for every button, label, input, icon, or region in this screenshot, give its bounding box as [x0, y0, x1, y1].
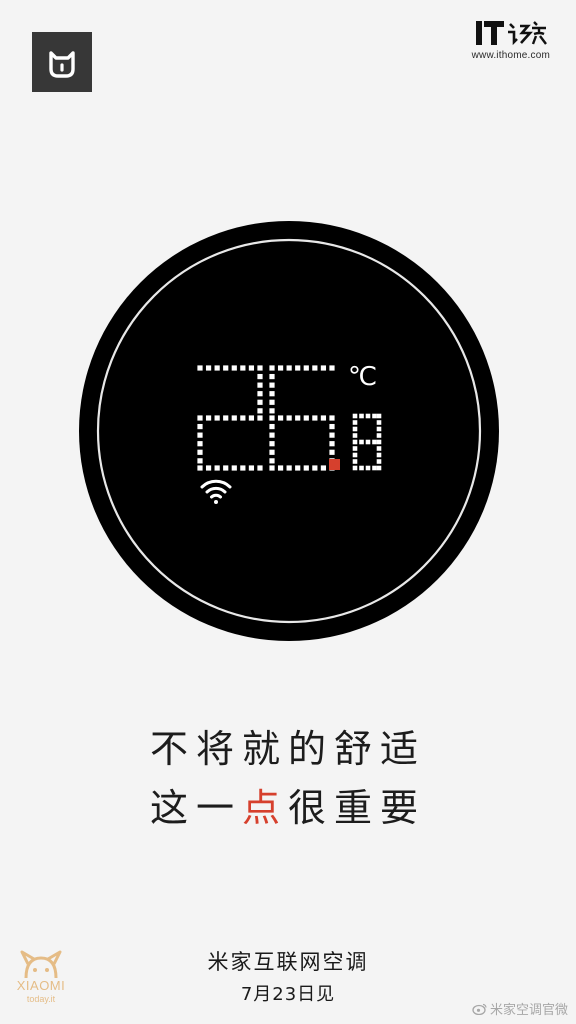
unit-label: ℃: [348, 362, 377, 392]
thermostat-display: ℃: [78, 220, 500, 642]
weibo-icon: [472, 1003, 487, 1015]
ithome-watermark: www.ithome.com: [450, 18, 550, 61]
xiaomi-watermark-text: XIAOMI: [16, 978, 66, 993]
xiaomi-watermark-sub: today.it: [26, 994, 56, 1004]
decimal-point: [329, 459, 340, 470]
xiaomi-cat-icon: [20, 950, 62, 979]
product-name: 米家互联网空调: [207, 950, 369, 974]
slogan-line-2-start: 这一: [149, 786, 242, 830]
slogan-line-2-end: 很重要: [288, 786, 427, 830]
weibo-credit: 米家空调官微: [472, 999, 568, 1018]
slogan-line-1: 不将就的舒适: [149, 727, 426, 771]
display-bezel: [79, 221, 499, 641]
mijia-logo-icon: [32, 32, 92, 92]
slogan-accent-word: 点: [241, 786, 288, 830]
weibo-account-name: 米家空调官微: [489, 1003, 568, 1018]
ithome-logo-icon: [476, 21, 547, 46]
ithome-url: www.ithome.com: [471, 50, 550, 61]
slogan-line-2: 这一点很重要: [0, 789, 576, 827]
xiaomi-today-watermark: XIAOMI today.it: [4, 948, 78, 1014]
